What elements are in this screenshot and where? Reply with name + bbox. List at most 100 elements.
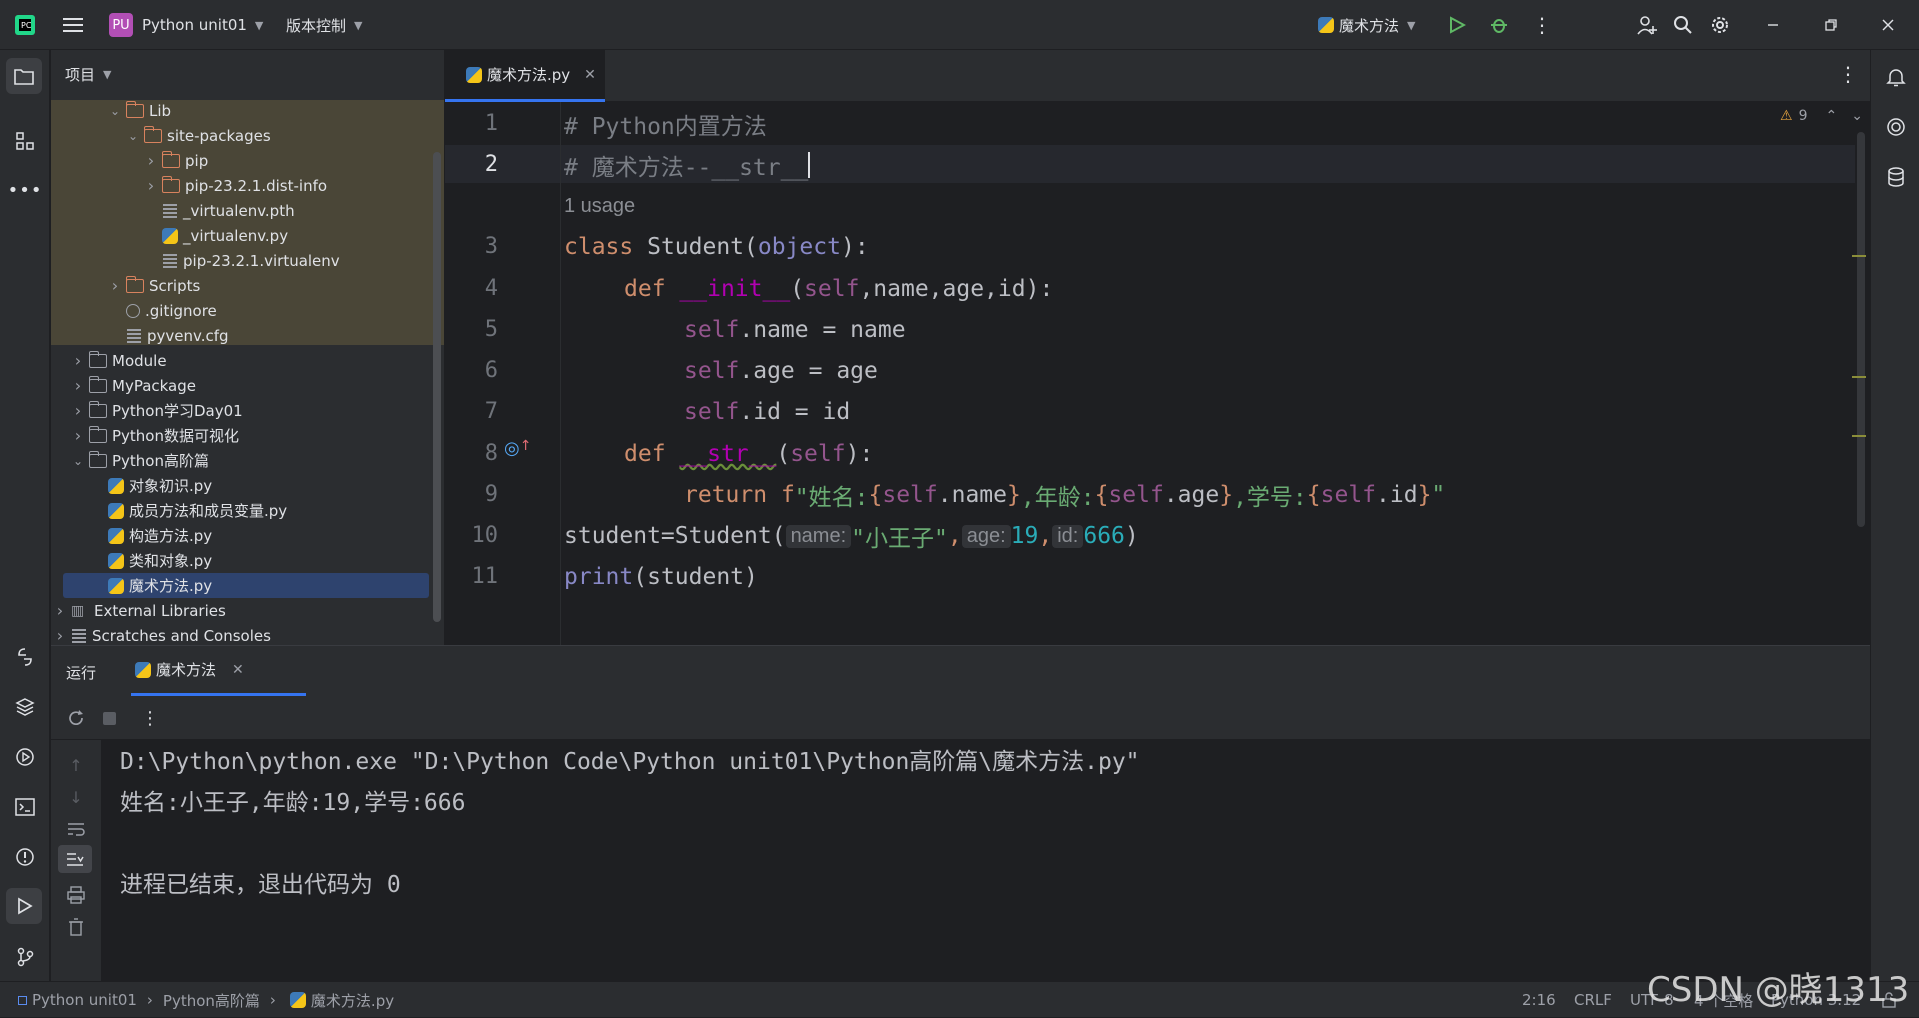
chevron-right-icon[interactable]: ›: [53, 601, 67, 620]
line-ending[interactable]: CRLF: [1574, 982, 1612, 1018]
tree-item[interactable]: 成员方法和成员变量.py: [51, 498, 431, 523]
chevron-down-icon[interactable]: ⌄: [108, 104, 122, 118]
scroll-down-icon[interactable]: ↓: [61, 782, 91, 812]
code-line-10[interactable]: student=Student(name: "小王子", age: 19, id: 666…: [564, 518, 1139, 554]
run-icon[interactable]: [1442, 10, 1472, 40]
project-scrollbar[interactable]: [433, 152, 441, 622]
scroll-to-end-icon[interactable]: [58, 845, 92, 873]
code-line-9[interactable]: return f "姓名:{self .name} ,年龄:{self .age} ,学号…: [684, 477, 1445, 513]
tab-close-icon[interactable]: ✕: [232, 662, 244, 678]
code-line-11[interactable]: print (student): [564, 559, 758, 595]
tree-item[interactable]: ⌄ site-packages: [51, 123, 431, 148]
add-user-icon[interactable]: [1632, 10, 1662, 40]
breadcrumb-item[interactable]: Python高阶篇: [163, 990, 260, 1011]
notifications-bell-icon[interactable]: [1881, 62, 1911, 92]
clear-trash-icon[interactable]: [61, 912, 91, 942]
chevron-down-icon[interactable]: ⌄: [126, 129, 140, 143]
code-line-1[interactable]: # Python内置方法: [564, 106, 767, 142]
settings-gear-icon[interactable]: [1705, 10, 1735, 40]
pycharm-logo-icon[interactable]: PC: [10, 10, 40, 40]
tree-item[interactable]: › Scripts: [51, 273, 431, 298]
editor-tab-active[interactable]: 魔术方法.py ✕: [445, 50, 605, 102]
chevron-right-icon[interactable]: ›: [144, 151, 158, 170]
scrollbar-marker: [1852, 435, 1866, 437]
scroll-up-icon[interactable]: ↑: [61, 750, 91, 780]
chevron-right-icon[interactable]: ›: [144, 176, 158, 195]
more-actions-icon[interactable]: ⋮: [135, 703, 165, 733]
restore-icon[interactable]: [1816, 10, 1846, 40]
tree-item[interactable]: _virtualenv.pth: [51, 198, 431, 223]
tree-item[interactable]: › MyPackage: [51, 373, 431, 398]
chevron-up-icon[interactable]: ⌃: [1825, 108, 1837, 124]
python-packages-icon[interactable]: [10, 692, 40, 722]
tree-item[interactable]: _virtualenv.py: [51, 223, 431, 248]
code-line-2[interactable]: # 魔术方法--__str__: [564, 147, 811, 183]
tab-actions-icon[interactable]: ⋮: [1838, 62, 1858, 86]
inspection-widget[interactable]: ⚠ 9 ⌃ ⌄: [1780, 108, 1863, 124]
chevron-right-icon[interactable]: ›: [53, 626, 67, 645]
code-line-7[interactable]: self .id = id: [684, 394, 850, 430]
project-panel-header[interactable]: 项目 ▼: [65, 64, 111, 85]
editor-scrollbar[interactable]: [1857, 132, 1865, 527]
rerun-icon[interactable]: [61, 703, 91, 733]
code-line-4[interactable]: def __init__(self ,name,age,id):: [624, 271, 1053, 307]
main-menu-icon[interactable]: [58, 10, 88, 40]
print-icon[interactable]: [61, 880, 91, 910]
debug-icon[interactable]: [1484, 10, 1514, 40]
tree-item[interactable]: pyvenv.cfg: [51, 323, 431, 348]
git-icon[interactable]: [10, 942, 40, 972]
tree-item[interactable]: ⌄ Python高阶篇: [51, 448, 431, 473]
cursor-position[interactable]: 2:16: [1522, 982, 1556, 1018]
search-icon[interactable]: [1668, 10, 1698, 40]
terminal-icon[interactable]: [10, 792, 40, 822]
tree-item[interactable]: › pip-23.2.1.dist-info: [51, 173, 431, 198]
run-config-selector[interactable]: 魔术方法 ▼: [1314, 0, 1415, 50]
tree-item[interactable]: pip-23.2.1.virtualenv: [51, 248, 431, 273]
usage-hint[interactable]: 1 usage: [564, 188, 635, 224]
run-tab[interactable]: 魔术方法 ✕: [131, 646, 306, 696]
tree-item[interactable]: 类和对象.py: [51, 548, 431, 573]
chevron-down-icon[interactable]: ⌄: [1851, 108, 1863, 124]
services-icon[interactable]: [10, 742, 40, 772]
tree-item[interactable]: › Scratches and Consoles: [51, 623, 431, 645]
chevron-right-icon[interactable]: ›: [71, 401, 85, 420]
tree-item[interactable]: ⌄ Lib: [51, 98, 431, 123]
tree-item[interactable]: 构造方法.py: [51, 523, 431, 548]
chevron-right-icon[interactable]: ›: [71, 351, 85, 370]
tree-item[interactable]: › ▥ External Libraries: [51, 598, 431, 623]
run-tool-icon[interactable]: [6, 888, 42, 924]
tab-close-icon[interactable]: ✕: [584, 67, 596, 83]
ai-assistant-icon[interactable]: [1881, 112, 1911, 142]
soft-wrap-icon[interactable]: [61, 814, 91, 844]
problems-icon[interactable]: [10, 842, 40, 872]
override-gutter-icon[interactable]: ◎↑: [504, 438, 531, 459]
close-window-icon[interactable]: [1873, 10, 1903, 40]
more-tools-icon[interactable]: •••: [8, 175, 42, 205]
chevron-right-icon[interactable]: ›: [71, 426, 85, 445]
chevron-right-icon[interactable]: ›: [71, 376, 85, 395]
project-switcher[interactable]: PU Python unit01 ▼: [109, 0, 263, 50]
python-console-icon[interactable]: [10, 642, 40, 672]
breadcrumb-item[interactable]: 魔术方法.py: [311, 990, 394, 1011]
tree-item[interactable]: › Module: [51, 348, 431, 373]
more-actions-icon[interactable]: ⋮: [1527, 10, 1557, 40]
tree-item[interactable]: 魔术方法.py: [63, 573, 429, 598]
vcs-menu[interactable]: 版本控制 ▼: [286, 0, 362, 50]
project-folder-icon[interactable]: [6, 58, 42, 94]
tree-item[interactable]: 对象初识.py: [51, 473, 431, 498]
tree-item[interactable]: › Python数据可视化: [51, 423, 431, 448]
code-line-3[interactable]: class Student(object):: [564, 229, 869, 265]
code-line-6[interactable]: self .age = age: [684, 353, 878, 389]
tree-item[interactable]: › Python学习Day01: [51, 398, 431, 423]
tree-item[interactable]: .gitignore: [51, 298, 431, 323]
code-line-5[interactable]: self .name = name: [684, 312, 906, 348]
chevron-down-icon[interactable]: ⌄: [71, 454, 85, 468]
stop-icon[interactable]: [94, 703, 124, 733]
database-icon[interactable]: [1881, 162, 1911, 192]
tree-item[interactable]: › pip: [51, 148, 431, 173]
breadcrumb-item[interactable]: Python unit01: [32, 991, 137, 1009]
structure-icon[interactable]: [10, 126, 40, 156]
chevron-right-icon[interactable]: ›: [108, 276, 122, 295]
minimize-icon[interactable]: [1758, 10, 1788, 40]
code-line-8[interactable]: def __str__(self):: [624, 436, 873, 472]
